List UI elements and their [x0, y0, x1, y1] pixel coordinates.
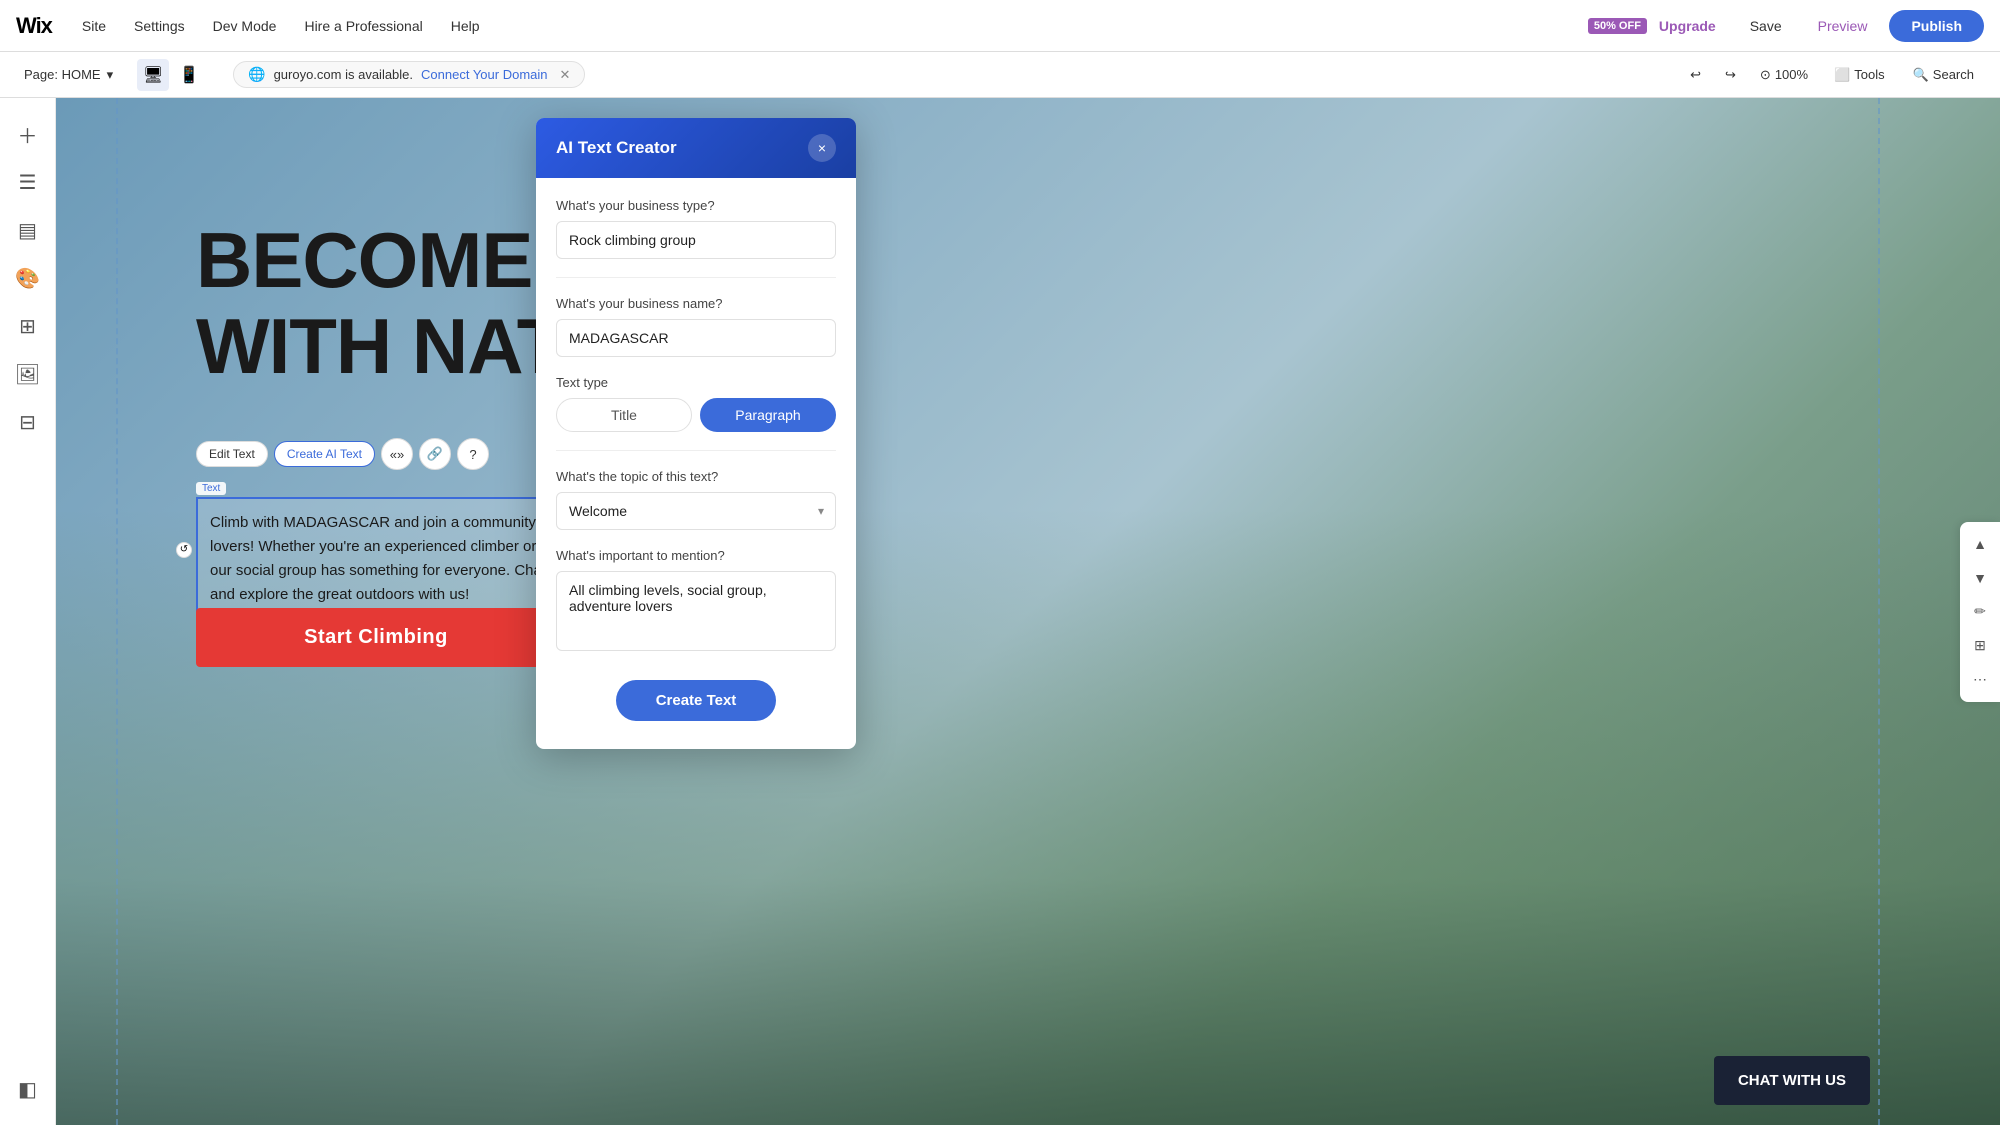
business-type-input[interactable] [556, 221, 836, 259]
connect-domain-link[interactable]: Connect Your Domain [421, 67, 547, 82]
upgrade-button[interactable]: Upgrade [1659, 18, 1716, 34]
modal-title: AI Text Creator [556, 138, 677, 158]
zoom-level: 100% [1775, 67, 1808, 82]
sidebar-apps-icon[interactable]: ⊞ [8, 306, 48, 346]
search-button[interactable]: 🔍 Search [1903, 63, 1984, 87]
topic-label: What's the topic of this text? [556, 469, 836, 484]
modal-header: AI Text Creator × [536, 118, 856, 178]
create-text-button[interactable]: Create Text [616, 680, 776, 721]
business-name-field: What's your business name? [556, 296, 836, 357]
sidebar-sections-icon[interactable]: ▤ [8, 210, 48, 250]
publish-button[interactable]: Publish [1889, 10, 1984, 42]
undo-button[interactable]: ↩ [1682, 63, 1709, 87]
important-label: What's important to mention? [556, 548, 836, 563]
chevron-down-icon: ▾ [107, 67, 114, 83]
device-icons: 🖥 📱 [137, 59, 205, 91]
nav-settings[interactable]: Settings [124, 12, 195, 40]
main-layout: ＋ ☰ ▤ 🎨 ⊞ 🖼 ⊟ ◧ BECOME ONE WITH NATURE E… [0, 98, 2000, 1125]
close-domain-icon[interactable]: ✕ [560, 67, 571, 83]
left-sidebar: ＋ ☰ ▤ 🎨 ⊞ 🖼 ⊟ ◧ [0, 98, 56, 1125]
zoom-control[interactable]: ⊙ 100% [1752, 63, 1816, 87]
sidebar-paint-icon[interactable]: 🎨 [8, 258, 48, 298]
title-type-button[interactable]: Title [556, 398, 692, 432]
desktop-icon[interactable]: 🖥 [137, 59, 169, 91]
business-type-field: What's your business type? [556, 198, 836, 259]
sidebar-grid-icon[interactable]: ⊟ [8, 402, 48, 442]
text-type-group: Title Paragraph [556, 398, 836, 432]
nav-site[interactable]: Site [72, 12, 116, 40]
text-type-field: Text type Title Paragraph [556, 375, 836, 432]
business-type-label: What's your business type? [556, 198, 836, 213]
modal-overlay: AI Text Creator × What's your business t… [56, 98, 2000, 1125]
tools-label: Tools [1854, 67, 1884, 82]
nav-hire[interactable]: Hire a Professional [294, 12, 432, 40]
mobile-icon[interactable]: 📱 [173, 59, 205, 91]
tools-button[interactable]: ⬜ Tools [1824, 63, 1895, 87]
canvas-area: BECOME ONE WITH NATURE Edit Text Create … [56, 98, 2000, 1125]
globe-icon: 🌐 [248, 66, 265, 83]
modal-body: What's your business type? What's your b… [536, 178, 856, 749]
modal-close-button[interactable]: × [808, 134, 836, 162]
sidebar-media-icon[interactable]: 🖼 [8, 354, 48, 394]
tools-icon: ⬜ [1834, 67, 1850, 83]
zoom-icon: ⊙ [1760, 67, 1771, 83]
nav-help[interactable]: Help [441, 12, 490, 40]
nav-devmode[interactable]: Dev Mode [203, 12, 287, 40]
divider-2 [556, 450, 836, 451]
save-button[interactable]: Save [1736, 12, 1796, 40]
canvas-content: BECOME ONE WITH NATURE Edit Text Create … [56, 98, 2000, 1125]
sidebar-layers-icon[interactable]: ◧ [8, 1069, 48, 1109]
sidebar-add-icon[interactable]: ＋ [8, 114, 48, 154]
wix-logo: Wix [16, 13, 52, 39]
topic-select[interactable]: Welcome About Us Services Contact Galler… [556, 492, 836, 530]
discount-badge: 50% OFF [1588, 18, 1647, 34]
sidebar-pages-icon[interactable]: ☰ [8, 162, 48, 202]
important-textarea[interactable]: All climbing levels, social group, adven… [556, 571, 836, 651]
business-name-input[interactable] [556, 319, 836, 357]
business-name-label: What's your business name? [556, 296, 836, 311]
page-name: Page: HOME [24, 67, 101, 82]
domain-text: guroyo.com is available. [274, 67, 413, 82]
text-type-label: Text type [556, 375, 836, 390]
topic-select-wrapper: Welcome About Us Services Contact Galler… [556, 492, 836, 530]
ai-text-creator-modal: AI Text Creator × What's your business t… [536, 118, 856, 749]
divider-1 [556, 277, 836, 278]
domain-bar: 🌐 guroyo.com is available. Connect Your … [233, 61, 585, 88]
preview-button[interactable]: Preview [1804, 12, 1882, 40]
top-nav: Wix Site Settings Dev Mode Hire a Profes… [0, 0, 2000, 52]
important-field: What's important to mention? All climbin… [556, 548, 836, 656]
paragraph-type-button[interactable]: Paragraph [700, 398, 836, 432]
topic-field: What's the topic of this text? Welcome A… [556, 469, 836, 530]
page-selector[interactable]: Page: HOME ▾ [16, 63, 121, 87]
search-label: Search [1933, 67, 1974, 82]
redo-button[interactable]: ↪ [1717, 63, 1744, 87]
search-icon: 🔍 [1913, 67, 1929, 83]
second-nav: Page: HOME ▾ 🖥 📱 🌐 guroyo.com is availab… [0, 52, 2000, 98]
